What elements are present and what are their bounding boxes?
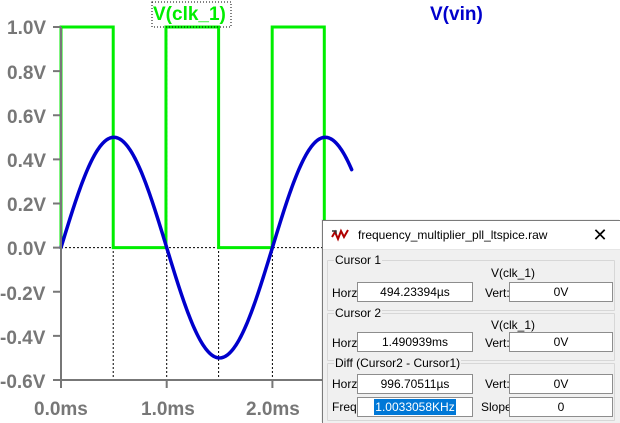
cursor-2-group: Cursor 2 V(clk_1) Horz: 1.490939ms Vert:… bbox=[327, 306, 615, 361]
cursor-1-vert-label: Vert: bbox=[485, 286, 510, 300]
ltspice-waveform-viewer[interactable]: V(clk_1) V(vin) 1.0V 0.8V 0.6V 0.4V 0.2V… bbox=[0, 0, 620, 423]
cursor-1-title: Cursor 1 bbox=[334, 253, 383, 267]
cursor-readout-dialog[interactable]: frequency_multiplier_pll_ltspice.raw ✕ C… bbox=[322, 220, 620, 423]
x-tick-label: 0.0ms bbox=[34, 399, 88, 420]
y-tick-label: 0.0V bbox=[7, 239, 46, 260]
cursor-difference-group: Diff (Cursor2 - Cursor1) Horz: 996.70511… bbox=[327, 356, 615, 421]
selected-frequency-value[interactable]: 1.0033058KHz bbox=[374, 399, 456, 415]
cursor-1-group: Cursor 1 V(clk_1) Horz: 494.23394µs Vert… bbox=[327, 253, 615, 311]
cursor-2-title: Cursor 2 bbox=[334, 306, 383, 320]
cursor-difference-title: Diff (Cursor2 - Cursor1) bbox=[334, 356, 462, 370]
clk-trace-label[interactable]: V(clk_1) bbox=[153, 4, 226, 25]
difference-vert-label: Vert: bbox=[485, 377, 510, 391]
y-tick-label: 0.4V bbox=[7, 151, 46, 172]
cursor-2-vert-label: Vert: bbox=[485, 336, 510, 350]
ltspice-waveform-icon bbox=[331, 228, 349, 242]
dialog-title: frequency_multiplier_pll_ltspice.raw bbox=[358, 228, 548, 242]
y-tick-label: -0.4V bbox=[0, 328, 46, 349]
y-tick-label: 0.8V bbox=[7, 63, 46, 84]
frequency-field[interactable]: 1.0033058KHz bbox=[357, 397, 473, 417]
y-tick-label: -0.2V bbox=[0, 284, 46, 305]
difference-vert-field[interactable]: 0V bbox=[509, 374, 613, 394]
slope-field[interactable]: 0 bbox=[509, 397, 613, 417]
y-tick-label: 0.6V bbox=[7, 107, 46, 128]
cursor-1-trace-name: V(clk_1) bbox=[490, 266, 535, 280]
cursor-1-vert-field[interactable]: 0V bbox=[509, 282, 613, 302]
x-tick-label: 2.0ms bbox=[246, 399, 300, 420]
cursor-2-vert-field[interactable]: 0V bbox=[509, 332, 613, 352]
cursor-1-horz-field[interactable]: 494.23394µs bbox=[357, 282, 473, 302]
cursor-2-horz-field[interactable]: 1.490939ms bbox=[357, 332, 473, 352]
y-tick-label: 0.2V bbox=[7, 195, 46, 216]
y-tick-label: 1.0V bbox=[7, 18, 46, 39]
vin-trace-label[interactable]: V(vin) bbox=[430, 4, 483, 25]
x-tick-label: 1.0ms bbox=[141, 399, 195, 420]
close-icon[interactable]: ✕ bbox=[590, 224, 610, 246]
cursor-2-trace-name: V(clk_1) bbox=[490, 318, 535, 332]
y-tick-label: -0.6V bbox=[0, 372, 46, 393]
dialog-titlebar[interactable]: frequency_multiplier_pll_ltspice.raw ✕ bbox=[323, 221, 620, 250]
frequency-label: Freq: bbox=[332, 400, 361, 414]
difference-horz-field[interactable]: 996.70511µs bbox=[357, 374, 473, 394]
